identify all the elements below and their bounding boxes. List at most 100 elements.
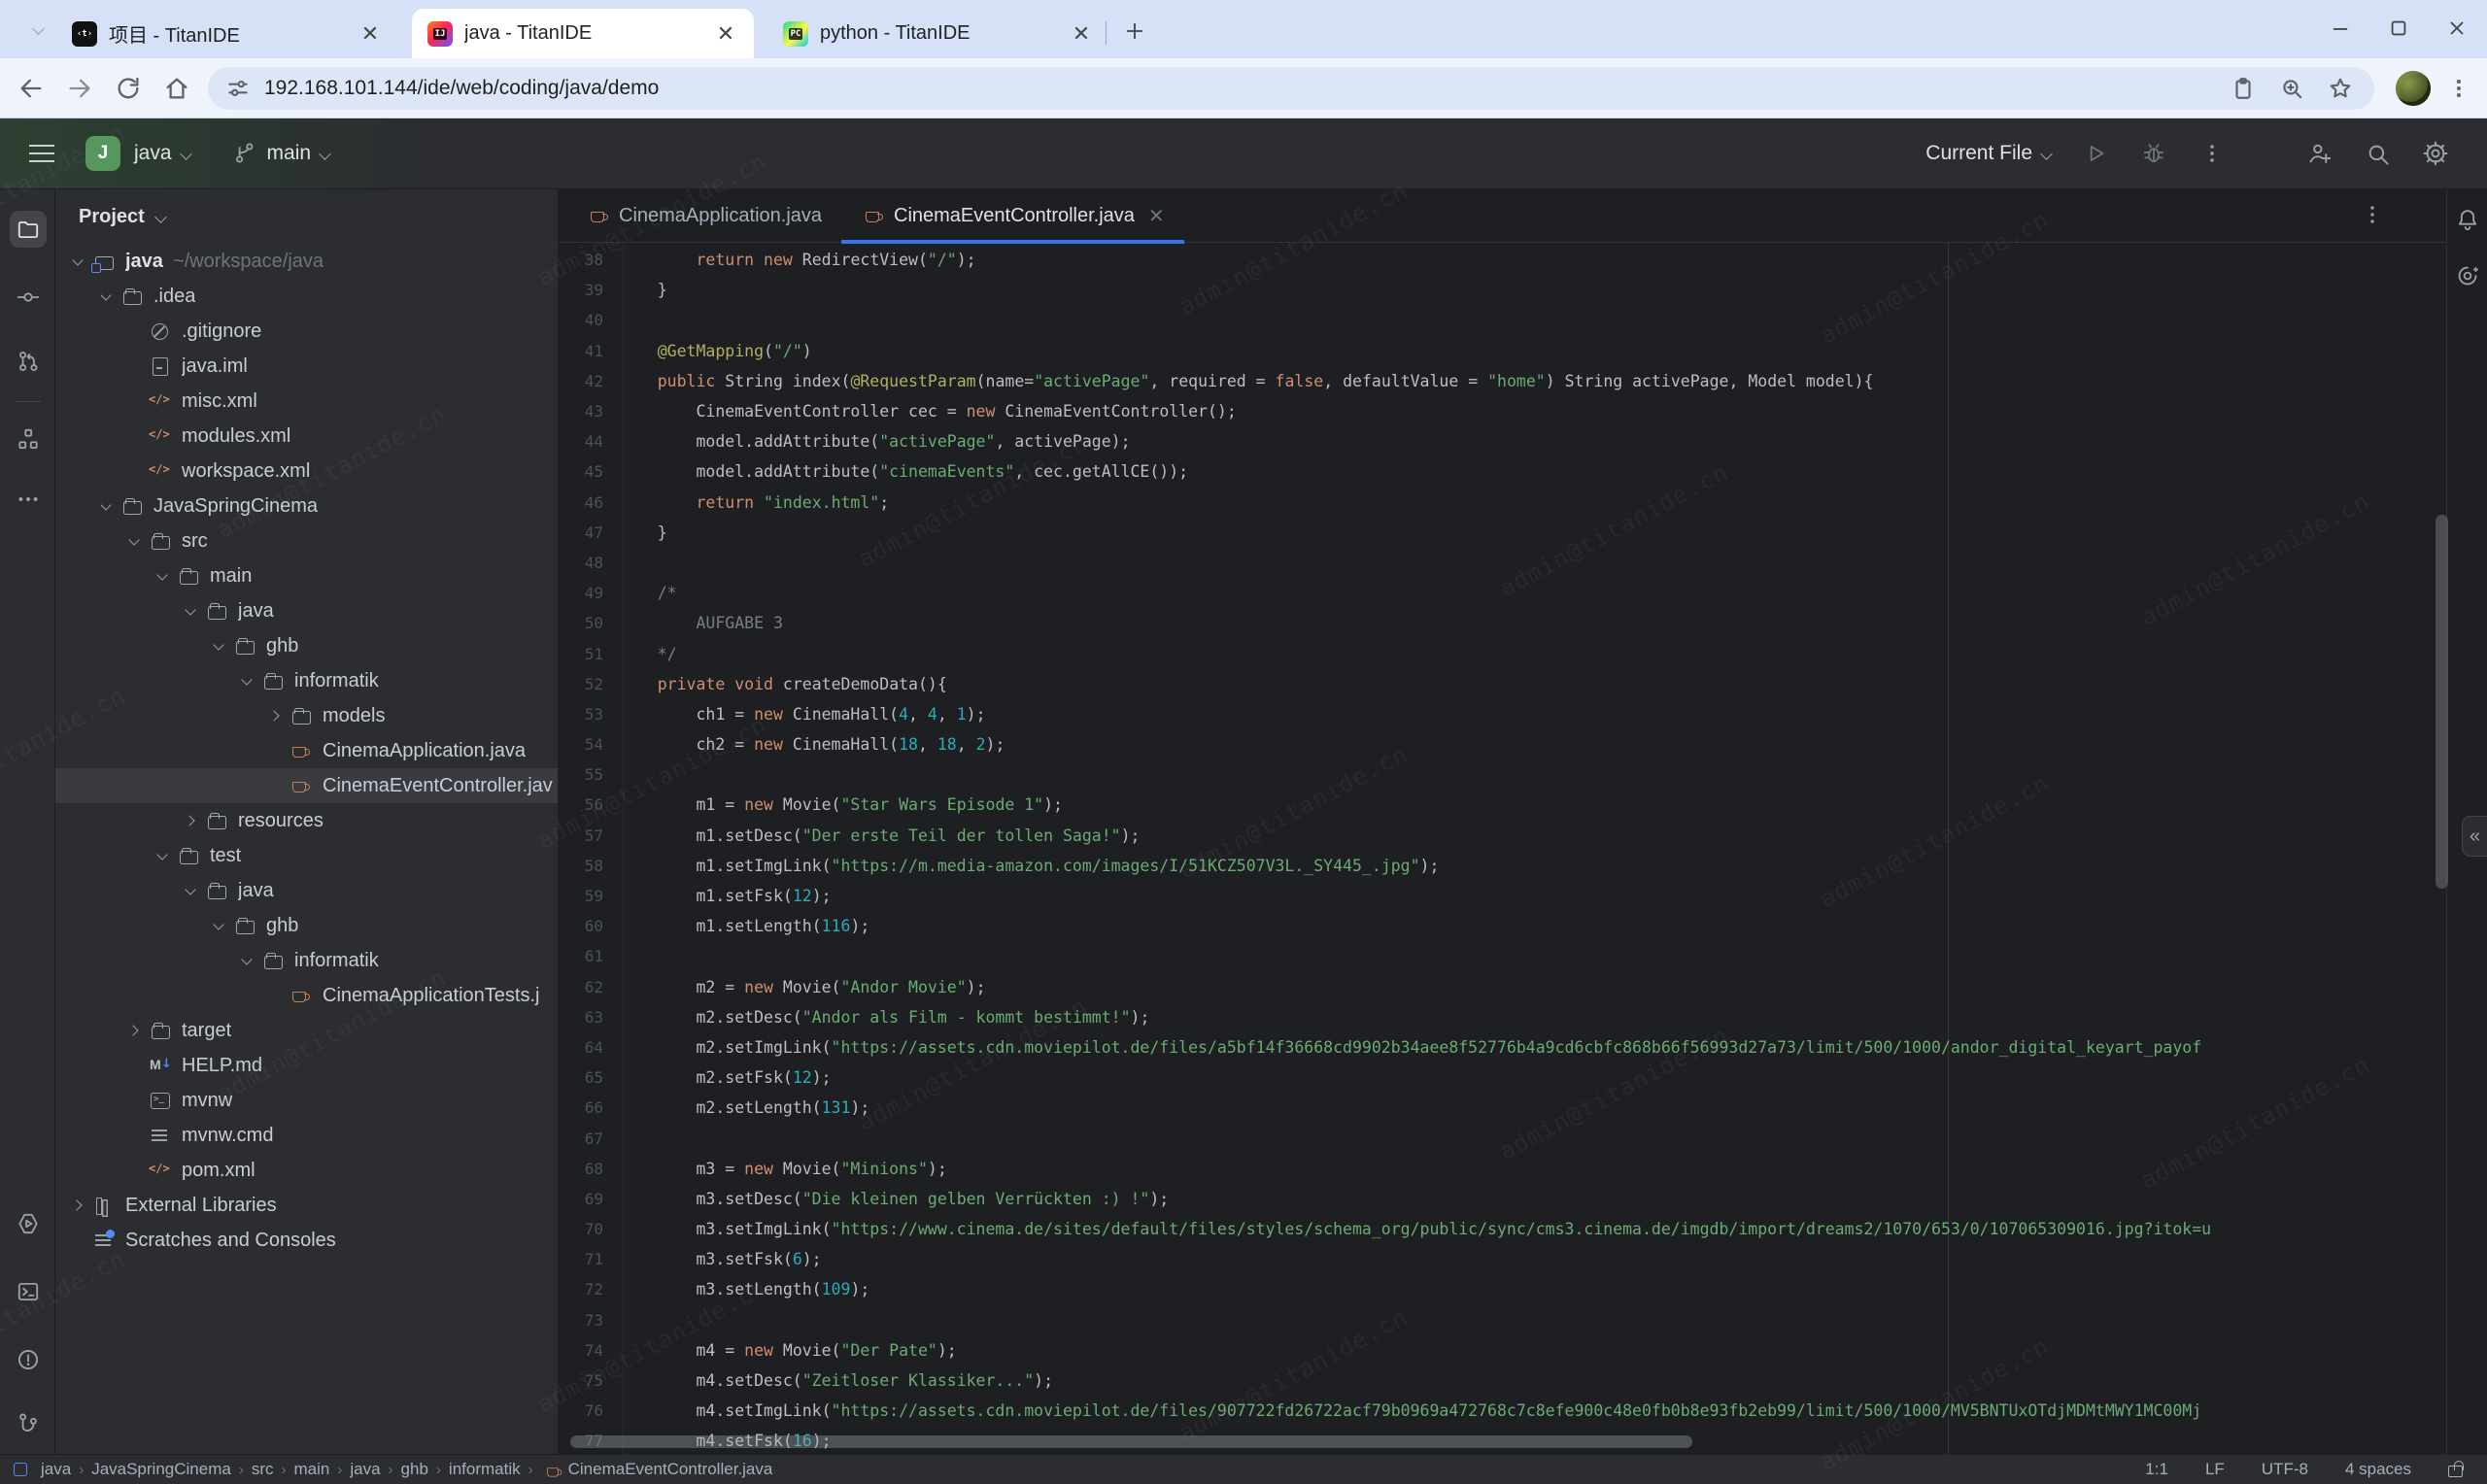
- tree-item-misc-xml[interactable]: misc.xml: [55, 384, 558, 419]
- code-line-47[interactable]: 47 }: [559, 518, 2446, 548]
- editor-tabs-menu-icon[interactable]: [2361, 203, 2384, 226]
- breadcrumb-item[interactable]: CinemaEventController.java: [541, 1459, 773, 1480]
- tree-item-cinemaapplicationtests-j[interactable]: CinemaApplicationTests.j: [55, 978, 558, 1013]
- tree-item-resources[interactable]: resources: [55, 803, 558, 838]
- file-encoding[interactable]: UTF-8: [2262, 1460, 2308, 1479]
- close-tab-icon[interactable]: ✕: [1069, 21, 1094, 47]
- code-line-48[interactable]: 48: [559, 548, 2446, 578]
- profile-avatar[interactable]: [2396, 71, 2431, 106]
- code-line-52[interactable]: 52 private void createDemoData(){: [559, 669, 2446, 699]
- more-tools-icon[interactable]: [10, 481, 47, 518]
- chevron-open-icon[interactable]: [206, 913, 231, 938]
- tree-item-pom-xml[interactable]: pom.xml: [55, 1153, 558, 1188]
- breadcrumb-item[interactable]: informatik: [449, 1460, 521, 1479]
- breadcrumb-item[interactable]: java: [41, 1460, 71, 1479]
- tree-item-workspace-xml[interactable]: workspace.xml: [55, 454, 558, 489]
- add-user-icon[interactable]: [2302, 137, 2335, 170]
- tree-item-java-iml[interactable]: java.iml: [55, 349, 558, 384]
- ai-assistant-icon[interactable]: [2451, 259, 2484, 292]
- close-tab-icon[interactable]: ✕: [358, 21, 383, 47]
- chevron-open-icon[interactable]: [178, 598, 203, 624]
- code-line-73[interactable]: 73: [559, 1305, 2446, 1335]
- debug-icon[interactable]: [2137, 137, 2170, 170]
- chevron-open-icon[interactable]: [93, 493, 119, 519]
- commit-tool-icon[interactable]: [10, 279, 47, 316]
- code-line-74[interactable]: 74 m4 = new Movie("Der Pate");: [559, 1335, 2446, 1366]
- code-line-56[interactable]: 56 m1 = new Movie("Star Wars Episode 1")…: [559, 790, 2446, 820]
- code-line-59[interactable]: 59 m1.setFsk(12);: [559, 881, 2446, 911]
- chevron-open-icon[interactable]: [150, 563, 175, 589]
- code-line-58[interactable]: 58 m1.setImgLink("https://m.media-amazon…: [559, 851, 2446, 881]
- bookmark-star-icon[interactable]: [2324, 72, 2357, 105]
- browser-tab-python[interactable]: PC python - TitanIDE ✕: [767, 9, 1109, 58]
- close-window-button[interactable]: [2440, 12, 2473, 45]
- maximize-button[interactable]: [2382, 12, 2415, 45]
- zoom-in-icon[interactable]: [2275, 72, 2308, 105]
- code-line-64[interactable]: 64 m2.setImgLink("https://assets.cdn.mov…: [559, 1032, 2446, 1062]
- tree-item-models[interactable]: models: [55, 698, 558, 733]
- services-tool-icon[interactable]: [10, 1205, 47, 1242]
- project-name[interactable]: java: [134, 142, 172, 165]
- code-line-65[interactable]: 65 m2.setFsk(12);: [559, 1062, 2446, 1093]
- indent-setting[interactable]: 4 spaces: [2345, 1460, 2411, 1479]
- url-bar[interactable]: 192.168.101.144/ide/web/coding/java/demo: [208, 67, 2374, 110]
- search-everywhere-icon[interactable]: [2361, 137, 2394, 170]
- breadcrumb-item[interactable]: src: [252, 1460, 274, 1479]
- chevron-open-icon[interactable]: [65, 249, 90, 274]
- tree-item-java[interactable]: java: [55, 593, 558, 628]
- chevron-open-icon[interactable]: [150, 843, 175, 868]
- tree-item-informatik[interactable]: informatik: [55, 943, 558, 978]
- chevron-open-icon[interactable]: [234, 668, 259, 693]
- tree-item-cinemaapplication-java[interactable]: CinemaApplication.java: [55, 733, 558, 768]
- tab-search-button[interactable]: [25, 16, 54, 45]
- code-line-60[interactable]: 60 m1.setLength(116);: [559, 911, 2446, 941]
- code-line-51[interactable]: 51 */: [559, 638, 2446, 668]
- back-icon[interactable]: [14, 71, 49, 106]
- new-tab-button[interactable]: [1119, 16, 1150, 47]
- code-line-54[interactable]: 54 ch2 = new CinemaHall(18, 18, 2);: [559, 729, 2446, 759]
- editor-tab-cinema-event-controller[interactable]: CinemaEventController.java ✕: [841, 189, 1184, 243]
- breadcrumb-item[interactable]: java: [350, 1460, 380, 1479]
- browser-tab-java[interactable]: IJ java - TitanIDE ✕: [412, 9, 754, 58]
- pull-requests-tool-icon[interactable]: [10, 343, 47, 380]
- chevron-open-icon[interactable]: [234, 948, 259, 973]
- chevron-open-icon[interactable]: [206, 633, 231, 658]
- code-line-40[interactable]: 40: [559, 305, 2446, 335]
- tree-item-main[interactable]: main: [55, 558, 558, 593]
- tree-item-help-md[interactable]: HELP.md: [55, 1048, 558, 1083]
- code-line-44[interactable]: 44 model.addAttribute("activePage", acti…: [559, 426, 2446, 456]
- tree-item-mvnw[interactable]: mvnw: [55, 1083, 558, 1118]
- horizontal-scrollbar[interactable]: [570, 1435, 1692, 1448]
- code-line-63[interactable]: 63 m2.setDesc("Andor als Film - kommt be…: [559, 1002, 2446, 1032]
- code-line-69[interactable]: 69 m3.setDesc("Die kleinen gelben Verrüc…: [559, 1184, 2446, 1214]
- code-line-39[interactable]: 39 }: [559, 275, 2446, 305]
- code-line-50[interactable]: 50 AUFGABE 3: [559, 608, 2446, 638]
- line-ending[interactable]: LF: [2205, 1460, 2225, 1479]
- chevron-open-icon[interactable]: [93, 284, 119, 309]
- breadcrumb-item[interactable]: JavaSpringCinema: [91, 1460, 231, 1479]
- code-line-75[interactable]: 75 m4.setDesc("Zeitloser Klassiker...");: [559, 1366, 2446, 1396]
- code-line-43[interactable]: 43 CinemaEventController cec = new Cinem…: [559, 396, 2446, 426]
- project-panel-header[interactable]: Project: [55, 189, 558, 244]
- code-line-38[interactable]: 38 return new RedirectView("/");: [559, 245, 2446, 275]
- branch-name[interactable]: main: [267, 142, 312, 165]
- code-line-55[interactable]: 55: [559, 759, 2446, 790]
- unlock-icon[interactable]: [2448, 1461, 2464, 1478]
- home-icon[interactable]: [159, 71, 194, 106]
- tree-item-src[interactable]: src: [55, 523, 558, 558]
- notifications-bell-icon[interactable]: [2451, 203, 2484, 236]
- code-line-53[interactable]: 53 ch1 = new CinemaHall(4, 4, 1);: [559, 699, 2446, 729]
- code-editor[interactable]: 38 return new RedirectView("/");39 }4041…: [559, 243, 2446, 1454]
- chevron-closed-icon[interactable]: [262, 703, 288, 728]
- tree-item-external-libraries[interactable]: External Libraries: [55, 1188, 558, 1223]
- code-line-67[interactable]: 67: [559, 1123, 2446, 1153]
- code-line-41[interactable]: 41 @GetMapping("/"): [559, 336, 2446, 366]
- tree-item-java[interactable]: java: [55, 873, 558, 908]
- vertical-scrollbar[interactable]: [2436, 515, 2448, 889]
- tree-item--idea[interactable]: .idea: [55, 279, 558, 314]
- chevron-open-icon[interactable]: [178, 878, 203, 903]
- run-config-selector[interactable]: Current File: [1925, 142, 2054, 165]
- code-line-42[interactable]: 42 public String index(@RequestParam(nam…: [559, 366, 2446, 396]
- chevron-closed-icon[interactable]: [65, 1193, 90, 1218]
- chevron-closed-icon[interactable]: [121, 1018, 147, 1043]
